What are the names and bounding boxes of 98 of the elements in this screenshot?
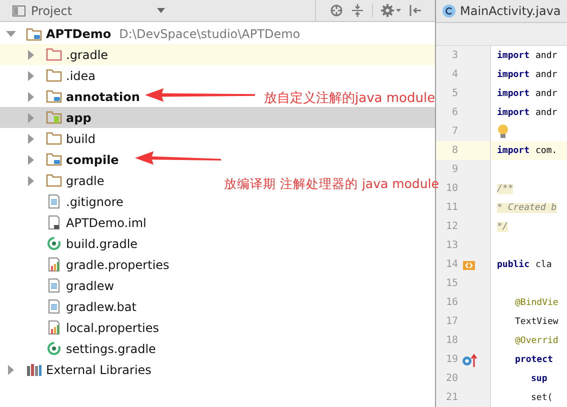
line-number: 5 <box>450 88 458 99</box>
tree-item[interactable]: gradlew <box>66 278 114 292</box>
target-icon[interactable] <box>330 4 344 17</box>
text-file-icon <box>46 299 62 314</box>
code-text: set( <box>531 392 553 402</box>
panel-icon <box>12 4 26 16</box>
text-file-icon <box>46 194 62 209</box>
line-number: 8 <box>450 145 458 156</box>
line-number: 15 <box>444 278 458 289</box>
line-number: 18 <box>444 335 458 346</box>
hide-panel-icon[interactable] <box>409 4 422 17</box>
code-text: andr <box>536 108 558 118</box>
line-number: 10 <box>444 183 458 194</box>
collapse-icon[interactable] <box>351 4 364 17</box>
code-text: @Overrid <box>515 336 558 346</box>
lightbulb-icon[interactable] <box>497 124 509 139</box>
tree-item[interactable]: .gradle <box>66 48 108 62</box>
line-number: 13 <box>444 240 458 251</box>
collapsed-arrow-icon[interactable] <box>26 112 36 122</box>
code-text: andr <box>536 50 558 60</box>
folder-icon <box>46 47 62 62</box>
tree-item[interactable]: gradle <box>66 174 104 188</box>
settings-icon[interactable] <box>381 4 402 17</box>
code-comment: * Created b <box>497 202 557 212</box>
tree-item[interactable]: gradlew.bat <box>66 300 136 314</box>
annotation-text: 放编译期 注解处理器的 java module <box>224 176 439 193</box>
line-number: 3 <box>450 50 458 61</box>
folder-icon <box>46 68 62 83</box>
collapsed-arrow-icon[interactable] <box>26 70 36 80</box>
text-file-icon <box>46 278 62 293</box>
gradle-icon <box>46 236 62 251</box>
expanded-arrow-icon[interactable] <box>6 28 16 38</box>
annotation-text: 放自定义注解的java module <box>264 90 436 107</box>
tree-item[interactable]: .idea <box>66 68 96 82</box>
code-keyword: protect <box>515 354 553 364</box>
tree-item[interactable]: build.gradle <box>66 236 138 250</box>
line-number: 21 <box>444 392 458 403</box>
tab-label: MainActivity.java <box>460 4 561 18</box>
module-folder-icon <box>46 152 62 167</box>
line-number: 16 <box>444 297 458 308</box>
line-number: 6 <box>450 107 458 118</box>
code-keyword: sup <box>531 374 548 384</box>
code-text: @BindVie <box>515 298 558 308</box>
line-number: 4 <box>450 69 458 80</box>
android-folder-icon <box>46 110 62 125</box>
tree-item[interactable]: local.properties <box>66 320 160 334</box>
tree-item[interactable]: External Libraries <box>46 362 152 376</box>
tree-item[interactable]: .gitignore <box>66 194 124 208</box>
code-text: andr <box>536 88 558 98</box>
code-keyword: public <box>497 260 530 270</box>
code-text: TextView <box>515 316 558 326</box>
module-folder-icon <box>46 89 62 104</box>
tree-item[interactable]: APTDemo <box>46 26 112 40</box>
dropdown-caret-icon[interactable] <box>157 8 166 13</box>
line-number: 20 <box>444 373 458 384</box>
gradle-icon <box>46 341 62 356</box>
override-marker-icon <box>462 352 478 366</box>
code-text: andr <box>536 70 558 80</box>
line-number: 17 <box>444 316 458 327</box>
books-icon <box>26 362 42 376</box>
code-comment: */ <box>497 222 508 232</box>
file-icon <box>46 215 62 230</box>
code-text: cla <box>536 260 552 270</box>
tree-item[interactable]: annotation <box>66 90 140 104</box>
collapsed-arrow-icon[interactable] <box>26 92 36 102</box>
line-number: 14 <box>444 259 458 270</box>
line-number: 12 <box>444 221 458 232</box>
collapsed-arrow-icon[interactable] <box>26 50 36 60</box>
code-keyword: import <box>497 88 530 98</box>
collapsed-arrow-icon[interactable] <box>26 176 36 186</box>
folder-icon <box>46 173 62 188</box>
folder-icon <box>46 131 62 146</box>
tree-item[interactable]: app <box>66 110 92 124</box>
project-path: D:\DevSpace\studio\APTDemo <box>119 26 300 40</box>
code-text: com. <box>536 146 558 156</box>
tree-item[interactable]: build <box>66 132 96 146</box>
line-number: 11 <box>444 202 458 213</box>
code-keyword: import <box>497 146 530 156</box>
line-number: 7 <box>450 126 458 137</box>
code-keyword: import <box>497 50 530 60</box>
tree-item[interactable]: settings.gradle <box>66 342 156 356</box>
line-number: 19 <box>444 354 458 365</box>
collapsed-arrow-icon[interactable] <box>26 134 36 144</box>
editor-tab[interactable]: MainActivity.java <box>436 0 567 22</box>
tree-item[interactable]: gradle.properties <box>66 258 170 272</box>
tree-item[interactable]: APTDemo.iml <box>66 216 146 230</box>
code-comment: /** <box>497 184 514 194</box>
module-folder-icon <box>26 26 42 40</box>
panel-title[interactable]: Project <box>31 4 72 18</box>
collapsed-arrow-icon[interactable] <box>26 154 36 164</box>
line-number: 9 <box>450 164 458 175</box>
collapsed-arrow-icon[interactable] <box>6 364 16 374</box>
class-icon <box>442 4 456 18</box>
properties-file-icon <box>46 320 62 335</box>
code-keyword: import <box>497 70 530 80</box>
tree-item[interactable]: compile <box>66 152 119 166</box>
code-keyword: import <box>497 108 530 118</box>
properties-file-icon <box>46 257 62 272</box>
